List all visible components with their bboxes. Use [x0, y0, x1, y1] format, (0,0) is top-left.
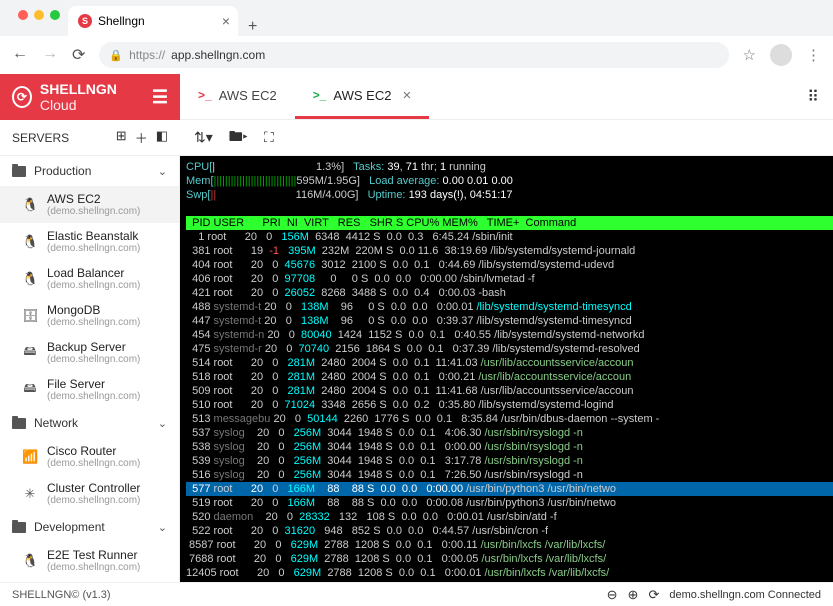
session-tab-label: AWS EC2 — [333, 88, 391, 103]
window-controls[interactable] — [10, 0, 68, 30]
url-scheme: https:// — [129, 48, 165, 62]
server-type-icon: 📶 — [22, 449, 38, 465]
session-tab-active[interactable]: >_ AWS EC2 × — [295, 74, 429, 119]
favicon-icon: S — [78, 14, 92, 28]
server-item[interactable]: 📶 Cisco Router(demo.shellngn.com) — [0, 438, 179, 475]
group-label: Production — [34, 164, 91, 178]
status-left: SHELLNGN© (v1.3) — [12, 589, 111, 601]
server-host: (demo.shellngn.com) — [47, 354, 140, 365]
server-host: (demo.shellngn.com) — [47, 562, 140, 573]
brand: ⟳ SHELLNGN Cloud ☰ — [0, 81, 180, 113]
server-item[interactable]: 🖴 Backup Server(demo.shellngn.com) — [0, 334, 179, 371]
browser-tab[interactable]: S Shellngn × — [68, 6, 238, 36]
hamburger-icon[interactable]: ☰ — [152, 87, 168, 108]
server-type-icon: 🐧 — [22, 197, 38, 213]
server-name: File Server — [47, 377, 140, 391]
refresh-icon[interactable]: ⟳ — [648, 587, 659, 603]
session-tab-label: AWS EC2 — [219, 88, 277, 103]
server-type-icon: 🐧 — [22, 234, 38, 250]
server-host: (demo.shellngn.com) — [47, 495, 140, 506]
terminal-icon: >_ — [198, 88, 212, 102]
server-host: (demo.shellngn.com) — [47, 280, 140, 291]
brand-name: SHELLNGN — [40, 81, 117, 97]
status-right: demo.shellngn.com Connected — [669, 589, 821, 601]
maximize-window-icon[interactable] — [50, 10, 60, 20]
server-host: (demo.shellngn.com) — [47, 317, 140, 328]
server-item[interactable]: 🐧 Elastic Beanstalk(demo.shellngn.com) — [0, 223, 179, 260]
address-bar[interactable]: 🔒 https:// app.shellngn.com — [99, 42, 728, 68]
server-item[interactable]: 🐧 Load Balancer(demo.shellngn.com) — [0, 260, 179, 297]
server-name: Cisco Router — [47, 444, 140, 458]
star-icon[interactable]: ☆ — [743, 46, 756, 64]
group-header[interactable]: Development ⌄ — [0, 512, 179, 542]
terminal[interactable]: CPU[| 1.3%] Tasks: 39, 71 thr; 1 running… — [180, 156, 833, 582]
lock-icon: 🔒 — [109, 49, 123, 62]
server-host: (demo.shellngn.com) — [47, 458, 140, 469]
profile-avatar[interactable] — [770, 44, 792, 66]
server-item[interactable]: 🗄 MongoDB(demo.shellngn.com) — [0, 297, 179, 334]
folder-open-icon[interactable]: 🖿▸ — [229, 126, 248, 150]
server-host: (demo.shellngn.com) — [47, 206, 140, 217]
apps-grid-icon[interactable]: ⠿ — [807, 87, 819, 107]
server-type-icon: 🐧 — [22, 553, 38, 569]
session-tab[interactable]: >_ AWS EC2 — [180, 74, 295, 119]
zoom-out-icon[interactable]: ⊖ — [607, 587, 618, 603]
server-type-icon: 🖴 — [22, 379, 38, 401]
browser-tab-title: Shellngn — [98, 14, 145, 28]
group-label: Network — [34, 416, 78, 430]
columns-icon[interactable]: ◧ — [156, 128, 168, 147]
session-tabs: >_ AWS EC2 >_ AWS EC2 × ⠿ — [180, 74, 833, 120]
forward-icon[interactable]: → — [42, 45, 58, 65]
browser-chrome: S Shellngn × + ← → ⟳ 🔒 https:// app.shell… — [0, 0, 833, 74]
server-item[interactable]: ✳ Cluster Controller(demo.shellngn.com) — [0, 475, 179, 512]
server-host: (demo.shellngn.com) — [47, 391, 140, 402]
brand-suffix: Cloud — [40, 97, 77, 113]
group-header[interactable]: Network ⌄ — [0, 408, 179, 438]
group-label: Development — [34, 520, 105, 534]
close-tab-icon[interactable]: × — [402, 87, 411, 104]
folder-icon — [12, 522, 26, 533]
server-type-icon: 🗄 — [22, 308, 38, 324]
close-tab-icon[interactable]: × — [222, 13, 230, 29]
fullscreen-icon[interactable]: ⛶ — [264, 129, 274, 146]
back-icon[interactable]: ← — [12, 45, 28, 65]
server-item[interactable]: 🐧 AWS EC2(demo.shellngn.com) — [0, 186, 179, 223]
terminal-icon: >_ — [313, 88, 327, 102]
url-path: app.shellngn.com — [171, 48, 265, 62]
server-name: Backup Server — [47, 340, 140, 354]
chevron-down-icon: ⌄ — [158, 521, 167, 534]
status-bar: SHELLNGN© (v1.3) ⊖ ⊕ ⟳ demo.shellngn.com… — [0, 582, 833, 606]
group-header[interactable]: Production ⌄ — [0, 156, 179, 186]
server-type-icon: 🖴 — [22, 342, 38, 364]
add-server-icon[interactable]: ＋ — [135, 128, 148, 147]
server-type-icon: 🐧 — [22, 271, 38, 287]
server-item[interactable]: 🖴 File Server(demo.shellngn.com) — [0, 371, 179, 408]
add-folder-icon[interactable]: ⊞ — [116, 128, 127, 147]
chevron-down-icon: ⌄ — [158, 417, 167, 430]
close-window-icon[interactable] — [18, 10, 28, 20]
sidebar: Production⌄🐧AWS EC2(demo.shellngn.com)🐧E… — [0, 156, 180, 582]
toolbar: SERVERS ⊞ ＋ ◧ ⇅▾ 🖿▸ ⛶ — [0, 120, 833, 156]
server-host: (demo.shellngn.com) — [47, 243, 140, 254]
chevron-down-icon: ⌄ — [158, 165, 167, 178]
server-name: Load Balancer — [47, 266, 140, 280]
server-name: AWS EC2 — [47, 192, 140, 206]
zoom-in-icon[interactable]: ⊕ — [628, 587, 639, 603]
logo-icon: ⟳ — [12, 86, 32, 108]
server-item[interactable]: 🐧 E2E Test Runner(demo.shellngn.com) — [0, 542, 179, 579]
server-name: E2E Test Runner — [47, 548, 140, 562]
new-tab-button[interactable]: + — [238, 18, 267, 36]
folder-icon — [12, 418, 26, 429]
server-name: MongoDB — [47, 303, 140, 317]
server-name: Elastic Beanstalk — [47, 229, 140, 243]
sidebar-title: SERVERS — [12, 131, 69, 145]
menu-icon[interactable]: ⋮ — [806, 46, 821, 64]
sort-icon[interactable]: ⇅▾ — [194, 129, 213, 146]
app-header: ⟳ SHELLNGN Cloud ☰ >_ AWS EC2 >_ AWS EC2… — [0, 74, 833, 120]
minimize-window-icon[interactable] — [34, 10, 44, 20]
reload-icon[interactable]: ⟳ — [72, 45, 85, 65]
server-type-icon: ✳ — [22, 486, 38, 502]
folder-icon — [12, 166, 26, 177]
server-name: Cluster Controller — [47, 481, 140, 495]
